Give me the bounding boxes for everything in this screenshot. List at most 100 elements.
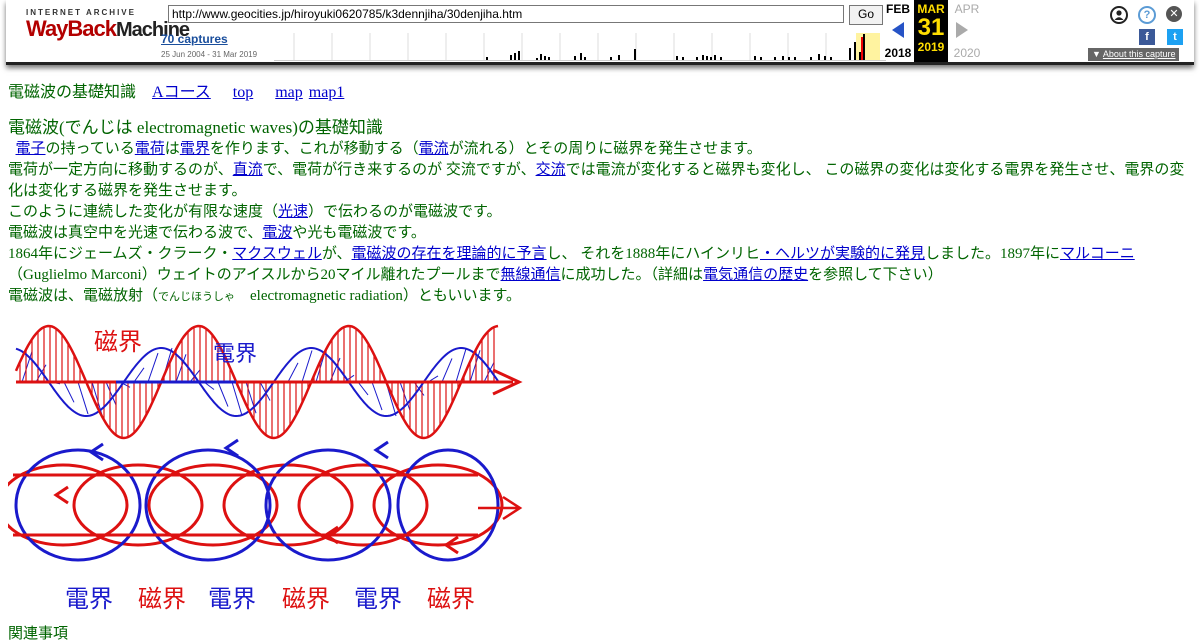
capture-bar [540,54,542,60]
current-capture-date: MAR 31 2019 [914,0,948,62]
paragraph-4: 電磁波は真空中を光速で伝わる波で、電波や光も電磁波です。 [8,223,1193,244]
next-month-label: APR [950,2,984,16]
magnetic-field-loop [149,465,277,545]
electric-hatch-line [372,382,382,410]
article-heading: 電磁波(でんじは electromagnetic waves)の基礎知識 [8,117,1193,139]
bottom-label-electric: 電界 [65,585,113,613]
electric-hatch-line [470,350,480,382]
bottom-label-magnetic: 磁界 [427,585,475,613]
capture-bar [548,57,550,60]
capture-bar [706,56,708,60]
capture-bar [510,55,512,60]
capture-bar [514,53,516,60]
electric-hatch-line [218,382,228,407]
capture-bar [830,57,832,60]
current-year: 2019 [914,40,948,54]
link-marconi[interactable]: マルコーニ [1060,246,1135,262]
electric-hatch-line [442,358,452,382]
loop-direction-arrow-icon [56,487,68,503]
prev-capture-arrow-icon[interactable] [892,22,904,38]
electric-hatch-line [302,351,312,383]
electric-hatch-line [64,382,74,402]
electric-hatch-line [78,382,88,414]
url-input[interactable] [168,5,844,23]
link-hertz[interactable]: ・ヘルツが実験的に発見 [760,246,925,262]
capture-bar [854,42,856,60]
capture-bar [788,57,790,60]
capture-bar [794,57,796,60]
paragraph-2: 電荷が一定方向に移動するのが、直流で、電荷が行き来するのが 交流ですが、交流では… [8,160,1193,202]
user-icon[interactable] [1110,6,1128,24]
magnetic-field-loop [374,465,502,545]
paragraph-1: 電子の持っている電荷は電界を作ります、これが移動する（電流が流れる）とその周りに… [8,139,1193,160]
link-kousoku[interactable]: 光速 [278,204,308,220]
magnetic-field-loop [74,465,202,545]
current-capture-bar [861,37,863,60]
capture-bar [782,56,784,60]
capture-bar [518,51,520,60]
link-denpa[interactable]: 電波 [262,225,292,241]
wayback-logo[interactable]: INTERNET ARCHIVE WayBackMachine [26,8,136,41]
capture-bar [710,57,712,60]
capture-bar [610,57,612,60]
bottom-labels: 電界磁界電界磁界電界磁界 [65,585,475,613]
capture-bar [682,57,684,60]
nav-link-map[interactable]: map [275,84,303,101]
paragraph-3: このように連続した変化が有限な速度（光速）で伝わるのが電磁波です。 [8,202,1193,223]
about-capture-button[interactable]: ▼ About this capture [1088,48,1179,61]
prev-year-label[interactable]: 2018 [881,46,915,60]
capture-bar [574,56,576,60]
nav-link-a-course[interactable]: Aコース [152,84,211,101]
capture-bar [774,57,776,60]
link-chokuryu[interactable]: 直流 [233,162,263,178]
em-wave-figure: 磁界 電界 電界磁界電界磁界電界磁界 [8,320,528,620]
capture-bar [754,56,756,60]
facebook-icon[interactable]: f [1139,29,1155,45]
close-icon[interactable]: ✕ [1166,6,1182,22]
capture-bar [580,53,582,60]
magnetic-field-label: 磁界 [94,328,142,356]
electric-hatch-line [134,368,144,382]
prev-month-label[interactable]: FEB [881,2,915,16]
current-day: 31 [914,16,948,40]
page-content: 電磁波の基礎知識 Aコース top map map1 電磁波(でんじは elec… [8,82,1193,308]
link-rekishi[interactable]: 電気通信の歴史 [703,267,808,283]
link-koryu[interactable]: 交流 [536,162,566,178]
capture-bar [720,57,722,60]
link-maxwell[interactable]: マクスウェル [232,246,322,262]
paragraph-6: 電磁波は、電磁放射（でんじほうしゃ electromagnetic radiat… [8,286,1193,308]
next-capture-arrow-icon [956,22,968,38]
link-denryu[interactable]: 電流 [419,141,449,157]
related-topics-heading: 関連事項 [8,622,68,643]
paragraph-5: 1864年にジェームズ・クラーク・マクスウェルが、電磁波の存在を理論的に予言し、… [8,244,1193,286]
electric-hatch-line [288,363,298,382]
twitter-icon[interactable]: t [1167,29,1183,45]
go-button[interactable]: Go [849,5,883,25]
site-title: 電磁波の基礎知識 [8,84,136,101]
magnetic-field-loop [299,465,427,545]
capture-sparkline[interactable] [274,33,886,61]
capture-bar [486,57,488,60]
top-nav: 電磁波の基礎知識 Aコース top map map1 [8,82,1193,103]
capture-bar [810,57,812,60]
ruby-reading: でんじほうしゃ [158,291,235,303]
link-musen[interactable]: 無線通信 [501,267,561,283]
link-denshi[interactable]: 電子 [16,141,46,157]
wayback-toolbar: INTERNET ARCHIVE WayBackMachine Go 70 ca… [6,0,1194,65]
link-denkai[interactable]: 電界 [180,141,210,157]
captures-link[interactable]: 70 captures [161,32,228,46]
capture-bar [714,55,716,60]
capture-bar [634,49,636,60]
link-yogen[interactable]: 電磁波の存在を理論的に予言 [352,246,547,262]
electric-field-label: 電界 [213,342,257,367]
nav-link-map1[interactable]: map1 [309,84,345,101]
bottom-label-magnetic: 磁界 [138,585,186,613]
capture-bar [696,57,698,60]
help-icon[interactable]: ? [1138,6,1156,24]
capture-bar [818,54,820,60]
capture-date-range: 25 Jun 2004 - 31 Mar 2019 [161,50,257,59]
nav-link-top[interactable]: top [233,84,253,101]
loop-direction-arrow-icon [376,442,388,458]
logo-wayback-text: WayBackMachine [26,18,136,41]
link-denka[interactable]: 電荷 [135,141,165,157]
